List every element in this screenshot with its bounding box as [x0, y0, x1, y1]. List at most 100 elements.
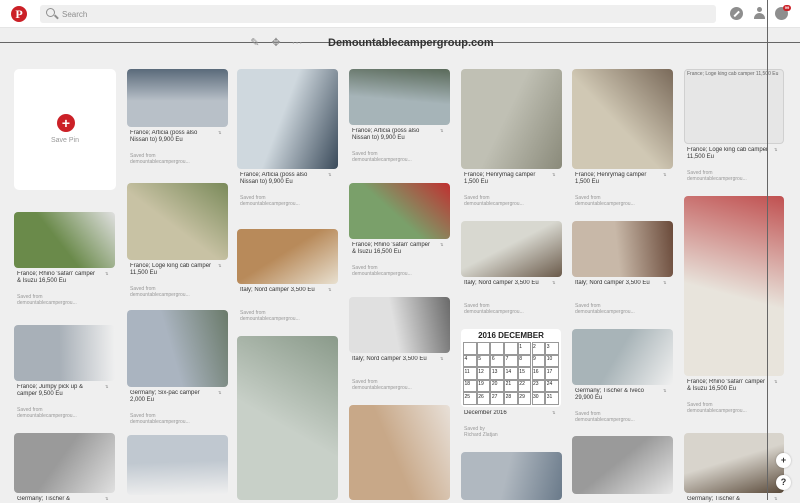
pin-title[interactable]: France; Articia (poss also Nissan to) 9,…: [240, 172, 323, 186]
repin-icon[interactable]: ⇅: [105, 496, 108, 501]
pin-image[interactable]: [461, 69, 562, 169]
repin-icon[interactable]: ⇅: [105, 271, 108, 276]
calendar-day: 19: [476, 379, 491, 393]
pin-image[interactable]: [14, 325, 115, 381]
pin-source[interactable]: demountablecampergrou...: [130, 159, 225, 165]
pin-image[interactable]: [14, 433, 115, 493]
pin-title[interactable]: France; Henrymag camper 1,500 Eu: [464, 172, 547, 186]
save-pin-card[interactable]: + Save Pin: [14, 69, 116, 190]
pin-source[interactable]: Richard Zlatjan: [464, 432, 559, 438]
pin-title[interactable]: France; Rhino 'safari' camper & Isuzu 16…: [17, 271, 100, 285]
pin-title[interactable]: Italy; Nord camper 3,500 Eu: [240, 287, 323, 294]
pin-image[interactable]: [349, 69, 450, 125]
pin-image[interactable]: [572, 221, 673, 277]
move-arrows-icon[interactable]: ✥: [269, 36, 283, 50]
repin-icon[interactable]: ⇅: [328, 172, 331, 177]
pin-title[interactable]: France; Loge king cab camper 11,500 Eu: [687, 147, 769, 161]
repin-icon[interactable]: ⇅: [663, 280, 666, 285]
help-button[interactable]: ?: [776, 475, 791, 490]
repin-icon[interactable]: ⇅: [218, 130, 221, 135]
pin-title[interactable]: France; Rhino 'safari' camper & Isuzu 16…: [687, 379, 769, 393]
calendar-day: 27: [490, 392, 505, 405]
pin-image[interactable]: [572, 329, 673, 385]
pin-title[interactable]: Italy; Nord camper 3,500 Eu: [352, 356, 435, 363]
repin-icon[interactable]: ⇅: [552, 410, 555, 415]
save-pin-button[interactable]: +: [57, 114, 75, 132]
pin-image[interactable]: [572, 69, 673, 169]
pin-image[interactable]: [127, 183, 228, 260]
pin-source[interactable]: demountablecampergrou...: [352, 271, 447, 277]
compass-icon[interactable]: [730, 7, 743, 20]
pin-source[interactable]: demountablecampergrou...: [130, 419, 225, 425]
pin-source[interactable]: demountablecampergrou...: [130, 292, 225, 298]
pin-source-site[interactable]: Demountablecampergroup.com: [328, 37, 494, 49]
pin-title[interactable]: France; Loge king cab camper 11,500 Eu: [130, 263, 213, 277]
repin-icon[interactable]: ⇅: [663, 388, 666, 393]
pin-title[interactable]: Italy; Nord camper 3,500 Eu: [464, 280, 547, 287]
pin-image[interactable]: [684, 433, 784, 493]
pin-image[interactable]: [14, 212, 115, 268]
pin-source[interactable]: demountablecampergrou...: [17, 300, 112, 306]
pin-image[interactable]: [237, 336, 338, 500]
pin-image[interactable]: [461, 221, 562, 277]
pin-title[interactable]: France; Articia (poss also Nissan to) 9,…: [352, 128, 435, 142]
calendar-day: 3: [545, 342, 559, 355]
repin-icon[interactable]: ⇅: [440, 242, 443, 247]
pin-source[interactable]: demountablecampergrou...: [464, 309, 559, 315]
profile-icon[interactable]: [753, 7, 766, 20]
pin-source[interactable]: demountablecampergrou...: [352, 157, 447, 163]
pin-image[interactable]: [349, 297, 450, 353]
pin-source[interactable]: demountablecampergrou...: [240, 201, 335, 207]
pin-title[interactable]: Germany; Tischer & Iveco 29,900 Eu: [575, 388, 658, 402]
pin-source[interactable]: demountablecampergrou...: [575, 417, 670, 423]
repin-icon[interactable]: ⇅: [663, 172, 666, 177]
pin-image[interactable]: [237, 69, 338, 169]
repin-icon[interactable]: ⇅: [774, 379, 777, 384]
pin-title[interactable]: France; Articia (poss also Nissan to) 9,…: [130, 130, 213, 144]
pin-source[interactable]: demountablecampergrou...: [352, 385, 447, 391]
pin-image[interactable]: [349, 405, 450, 500]
pin-image[interactable]: [127, 435, 228, 495]
calendar-day: 29: [517, 392, 532, 405]
repin-icon[interactable]: ⇅: [552, 172, 555, 177]
pencil-icon[interactable]: ✎: [248, 36, 262, 50]
calendar-day: 13: [490, 367, 505, 380]
pin-image[interactable]: [127, 69, 228, 127]
pinterest-logo-icon[interactable]: P: [11, 6, 27, 22]
repin-icon[interactable]: ⇅: [440, 356, 443, 361]
pin-source[interactable]: demountablecampergrou...: [240, 316, 335, 322]
pin-source[interactable]: demountablecampergrou...: [464, 201, 559, 207]
pin-source[interactable]: demountablecampergrou...: [17, 413, 112, 419]
pin-title[interactable]: December 2016: [464, 410, 547, 417]
search-input[interactable]: [62, 7, 702, 21]
pin-title[interactable]: France; Rhino 'safari' camper & Isuzu 16…: [352, 242, 435, 256]
pin-image[interactable]: [684, 196, 784, 376]
pin-image[interactable]: [349, 183, 450, 239]
repin-icon[interactable]: ⇅: [328, 287, 331, 292]
calendar-day: 28: [504, 392, 518, 405]
pin-title[interactable]: France; Henrymag camper 1,500 Eu: [575, 172, 658, 186]
repin-icon[interactable]: ⇅: [552, 280, 555, 285]
pin-title[interactable]: Germany; Six-pac camper 2,000 Eu: [130, 390, 213, 404]
calendar-day: 11: [463, 367, 477, 380]
search-bar[interactable]: [40, 5, 716, 23]
pin-image[interactable]: [237, 229, 338, 284]
pin-image[interactable]: [127, 310, 228, 387]
repin-icon[interactable]: ⇅: [218, 390, 221, 395]
pin-image[interactable]: [461, 452, 562, 500]
broken-image[interactable]: France; Loge king cab camper 11,500 Eu: [684, 69, 784, 144]
calendar-header: 2016 DECEMBER: [478, 331, 544, 340]
repin-icon[interactable]: ⇅: [440, 128, 443, 133]
pin-image[interactable]: [572, 436, 673, 494]
repin-icon[interactable]: ⇅: [774, 496, 777, 501]
pin-source[interactable]: demountablecampergrou...: [575, 201, 670, 207]
pin-title[interactable]: Italy; Nord camper 3,500 Eu: [575, 280, 658, 287]
repin-icon[interactable]: ⇅: [105, 384, 108, 389]
repin-icon[interactable]: ⇅: [218, 263, 221, 268]
calendar-day: 31: [545, 392, 559, 405]
add-button[interactable]: +: [776, 453, 791, 468]
pin-source[interactable]: demountablecampergrou...: [575, 309, 670, 315]
pin-title[interactable]: France; Jumpy pick up & camper 9,500 Eu: [17, 384, 100, 398]
more-dots-icon[interactable]: ⋯: [290, 36, 304, 50]
repin-icon[interactable]: ⇅: [774, 147, 777, 152]
